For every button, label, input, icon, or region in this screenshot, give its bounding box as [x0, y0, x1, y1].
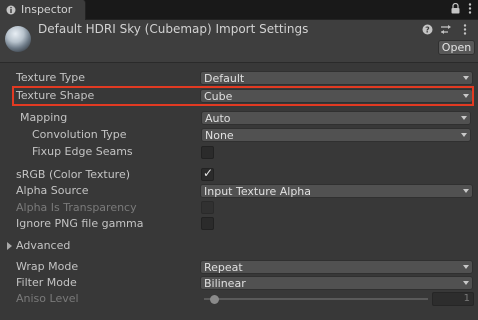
checkmark-icon: ✓: [203, 166, 214, 180]
chevron-down-icon: [461, 133, 467, 137]
chevron-down-icon: [463, 76, 469, 80]
aniso-level-value: 1: [432, 292, 474, 306]
help-icon[interactable]: ?: [421, 23, 433, 35]
convolution-type-dropdown[interactable]: None: [201, 128, 471, 142]
texture-type-value: Default: [204, 72, 245, 85]
mapping-row: Mapping Auto: [0, 110, 478, 126]
aniso-level-row: Aniso Level 1: [0, 291, 478, 307]
tab-inspector[interactable]: Inspector: [0, 0, 86, 20]
alpha-is-transparency-label: Alpha Is Transparency: [16, 201, 137, 214]
alpha-is-transparency-checkbox: [201, 201, 214, 214]
alpha-source-row: Alpha Source Input Texture Alpha: [0, 183, 478, 199]
filter-mode-value: Bilinear: [204, 277, 246, 290]
more-icon[interactable]: [459, 23, 471, 35]
preset-icon[interactable]: [440, 23, 452, 35]
alpha-source-dropdown[interactable]: Input Texture Alpha: [200, 184, 473, 198]
wrap-mode-dropdown[interactable]: Repeat: [200, 260, 473, 274]
convolution-type-row: Convolution Type None: [0, 127, 478, 143]
chevron-right-icon: [7, 242, 12, 250]
wrap-mode-row: Wrap Mode Repeat: [0, 259, 478, 275]
info-icon: [6, 5, 16, 15]
srgb-row: sRGB (Color Texture) ✓: [0, 166, 478, 183]
advanced-label: Advanced: [16, 239, 71, 252]
texture-type-dropdown[interactable]: Default: [200, 71, 473, 85]
filter-mode-row: Filter Mode Bilinear: [0, 275, 478, 291]
fixup-edge-seams-checkbox[interactable]: [201, 146, 214, 159]
fixup-edge-seams-row: Fixup Edge Seams: [0, 144, 478, 160]
wrap-mode-label: Wrap Mode: [16, 260, 79, 273]
convolution-type-value: None: [205, 129, 234, 142]
tab-label: Inspector: [21, 3, 73, 16]
advanced-foldout[interactable]: Advanced: [0, 238, 478, 254]
alpha-source-label: Alpha Source: [16, 184, 89, 197]
srgb-checkbox[interactable]: ✓: [201, 166, 214, 181]
wrap-mode-value: Repeat: [204, 261, 243, 274]
aniso-level-label: Aniso Level: [16, 292, 79, 305]
convolution-type-label: Convolution Type: [32, 128, 127, 141]
kebab-menu-icon[interactable]: [468, 3, 472, 17]
chevron-down-icon: [463, 265, 469, 269]
slider-handle: [210, 294, 219, 304]
mapping-value: Auto: [205, 112, 231, 125]
chevron-down-icon: [461, 116, 467, 120]
ignore-png-gamma-row: Ignore PNG file gamma: [0, 216, 478, 232]
lock-icon[interactable]: [451, 2, 460, 17]
aniso-level-slider: [204, 294, 428, 304]
texture-type-label: Texture Type: [16, 71, 86, 84]
texture-type-row: Texture Type Default: [0, 70, 478, 86]
divider: [0, 62, 478, 63]
filter-mode-label: Filter Mode: [16, 276, 77, 289]
page-title: Default HDRI Sky (Cubemap) Import Settin…: [38, 22, 309, 36]
cubemap-preview-icon: [5, 26, 31, 52]
ignore-png-gamma-label: Ignore PNG file gamma: [16, 217, 144, 230]
chevron-down-icon: [463, 189, 469, 193]
alpha-source-value: Input Texture Alpha: [204, 185, 312, 198]
fixup-edge-seams-label: Fixup Edge Seams: [32, 145, 133, 158]
svg-text:?: ?: [425, 25, 430, 34]
srgb-label: sRGB (Color Texture): [16, 168, 131, 181]
tab-bar: Inspector: [0, 0, 478, 20]
inspector-header: Default HDRI Sky (Cubemap) Import Settin…: [0, 20, 478, 62]
highlight-box: [12, 86, 474, 106]
ignore-png-gamma-checkbox[interactable]: [201, 217, 214, 230]
mapping-dropdown[interactable]: Auto: [201, 111, 471, 125]
open-button[interactable]: Open: [438, 40, 475, 55]
mapping-label: Mapping: [20, 111, 68, 124]
filter-mode-dropdown[interactable]: Bilinear: [200, 276, 473, 290]
chevron-down-icon: [463, 281, 469, 285]
alpha-is-transparency-row: Alpha Is Transparency: [0, 200, 478, 216]
